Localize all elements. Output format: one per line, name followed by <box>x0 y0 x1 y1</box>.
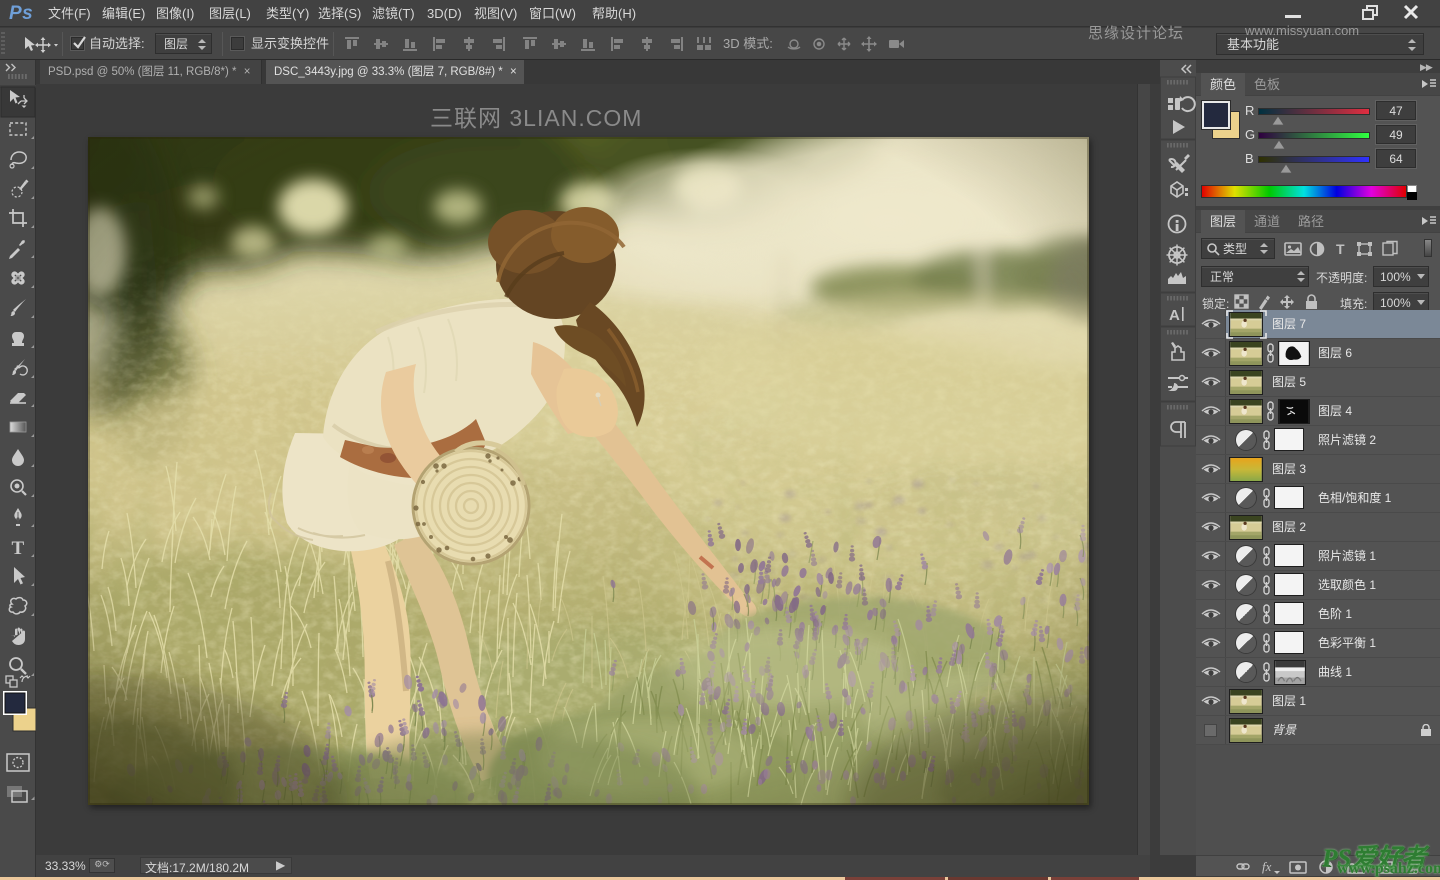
svg-text:fx: fx <box>1262 859 1272 874</box>
svg-text:T: T <box>1336 241 1345 257</box>
svg-text:A: A <box>1169 307 1180 324</box>
svg-text:T: T <box>12 538 25 559</box>
